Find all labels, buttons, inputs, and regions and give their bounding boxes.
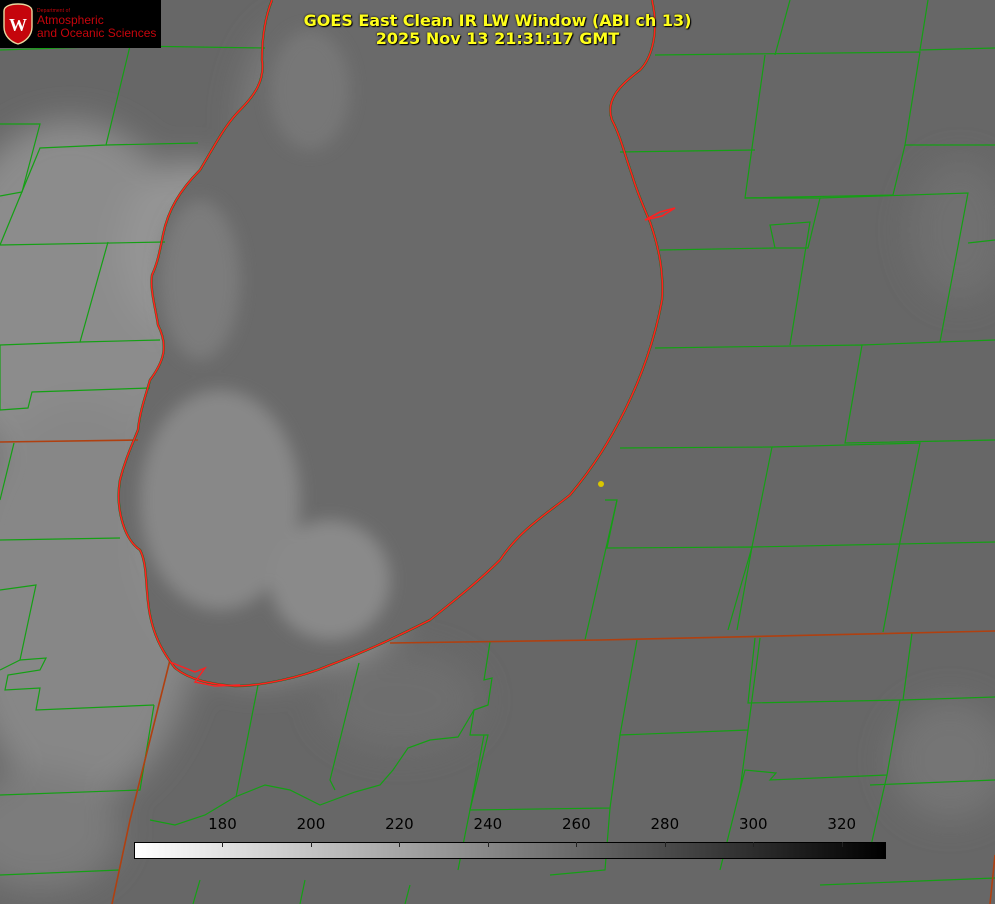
colorbar-tick [576,842,578,847]
colorbar-tick-label: 240 [473,815,503,833]
image-title: GOES East Clean IR LW Window (ABI ch 13)… [0,12,995,48]
title-line-2: 2025 Nov 13 21:31:17 GMT [375,29,620,48]
station-marker[interactable] [598,481,604,487]
ir-satellite-map[interactable] [0,0,995,904]
colorbar-tick [753,842,755,847]
colorbar-tick-label: 300 [738,815,768,833]
title-line-1: GOES East Clean IR LW Window (ABI ch 13) [303,11,692,30]
colorbar-tick-label: 260 [562,815,591,833]
colorbar-tick [487,842,489,847]
colorbar [134,842,886,859]
colorbar-tick-label: 320 [827,815,857,833]
colorbar-tick [310,842,312,847]
colorbar-tick-label: 280 [650,815,680,833]
colorbar-tick-label: 180 [208,815,237,833]
colorbar-tick [222,842,224,847]
colorbar-tick-label: 220 [385,815,414,833]
colorbar-tick [841,842,843,847]
colorbar-tick [664,842,666,847]
colorbar-tick [399,842,401,847]
satellite-viewer[interactable]: W Department of Atmospheric and Oceanic … [0,0,995,904]
colorbar-tick-label: 200 [296,815,326,833]
